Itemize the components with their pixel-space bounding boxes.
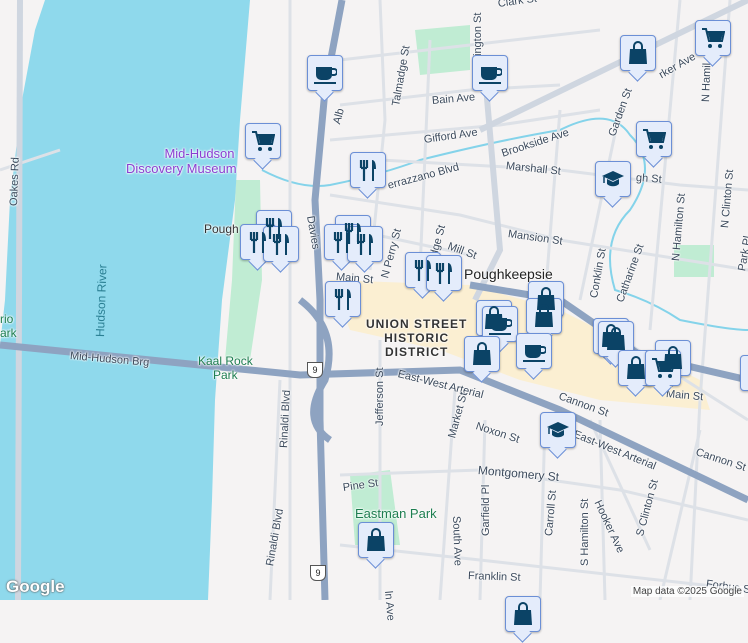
restaurant-icon: [356, 234, 373, 255]
street-label: Oakes Rd: [8, 156, 22, 207]
park-label: Kaal Rock Park: [198, 354, 253, 382]
school-icon: [602, 171, 624, 187]
shopping-cart-marker[interactable]: [695, 20, 731, 56]
museum-label-line: Discovery Museum: [126, 161, 237, 176]
station-label: Pough: [204, 222, 239, 236]
river-label: Hudson River: [93, 264, 110, 338]
street-label: South Ave: [450, 515, 464, 567]
coffee-icon: [489, 318, 512, 335]
street-label: N Hamil: [700, 62, 714, 103]
street-label: Jefferson St: [374, 367, 386, 427]
school-icon: [547, 422, 569, 438]
restaurant-marker[interactable]: [347, 226, 383, 262]
shopping-bag-icon: [627, 356, 645, 379]
route-9-shield: 9: [310, 565, 326, 581]
shopping-bag-marker[interactable]: [464, 336, 500, 372]
shopping-bag-icon: [473, 342, 491, 365]
district-label-line: UNION STREET: [366, 317, 468, 331]
shopping-bag-icon: [535, 304, 553, 327]
restaurant-icon: [249, 232, 266, 253]
restaurant-marker[interactable]: [426, 255, 462, 291]
museum-label[interactable]: Mid-Hudson Discovery Museum: [126, 146, 237, 176]
shopping-bag-marker[interactable]: [505, 596, 541, 632]
shopping-cart-icon: [652, 358, 675, 378]
coffee-marker[interactable]: [472, 55, 508, 91]
shopping-bag-icon: [367, 528, 385, 551]
street-label: Garfield Pl: [480, 484, 492, 536]
park-label-line: Park: [213, 368, 238, 382]
museum-label-line: Mid-Hudson: [164, 146, 235, 161]
hudson-river: [0, 0, 250, 600]
school-marker[interactable]: [540, 412, 576, 448]
route-9-shield: 9: [307, 362, 323, 378]
district-label-line: DISTRICT: [385, 345, 449, 359]
street-label: gh St: [635, 172, 663, 186]
shopping-cart-icon: [252, 131, 275, 151]
park-label-line: ark: [0, 326, 17, 340]
restaurant-icon: [272, 234, 289, 255]
street-label: ington St: [472, 12, 484, 56]
park-label: rio ark: [0, 312, 17, 340]
coffee-icon: [523, 345, 546, 362]
park-label-line: Kaal Rock: [198, 354, 253, 368]
restaurant-marker[interactable]: [325, 281, 361, 317]
shopping-cart-icon: [702, 28, 725, 48]
shopping-bag-marker[interactable]: [358, 522, 394, 558]
restaurant-icon: [359, 160, 376, 181]
restaurant-marker[interactable]: [350, 152, 386, 188]
city-label: Poughkeepsie: [464, 266, 553, 282]
shopping-cart-marker[interactable]: [245, 123, 281, 159]
shopping-bag-marker[interactable]: [620, 35, 656, 71]
google-logo: Google: [6, 577, 65, 596]
restaurant-icon: [333, 232, 350, 253]
coffee-marker[interactable]: [307, 55, 343, 91]
restaurant-icon: [334, 289, 351, 310]
map-attribution[interactable]: Map data ©2025 Google: [630, 586, 744, 597]
park-label: Eastman Park: [355, 506, 437, 521]
district-label-line: HISTORIC: [384, 331, 450, 345]
coffee-icon: [479, 67, 502, 84]
shopping-bag-icon: [514, 602, 532, 625]
district-label: UNION STREET HISTORIC DISTRICT: [366, 317, 467, 359]
street-label: Franklin St: [467, 570, 521, 584]
shopping-bag-icon: [629, 41, 647, 64]
coffee-icon: [314, 67, 337, 84]
street-label: ln Ave: [382, 590, 397, 622]
shopping-cart-marker[interactable]: [636, 121, 672, 157]
shopping-bag-icon: [607, 327, 625, 350]
restaurant-marker[interactable]: [740, 355, 748, 391]
school-marker[interactable]: [595, 161, 631, 197]
street-label: S Hamilton St: [579, 498, 591, 566]
park-label-line: rio: [0, 312, 14, 326]
restaurant-icon: [435, 263, 452, 284]
shopping-cart-icon: [643, 129, 666, 149]
coffee-marker[interactable]: [516, 333, 552, 369]
restaurant-marker[interactable]: [263, 226, 299, 262]
